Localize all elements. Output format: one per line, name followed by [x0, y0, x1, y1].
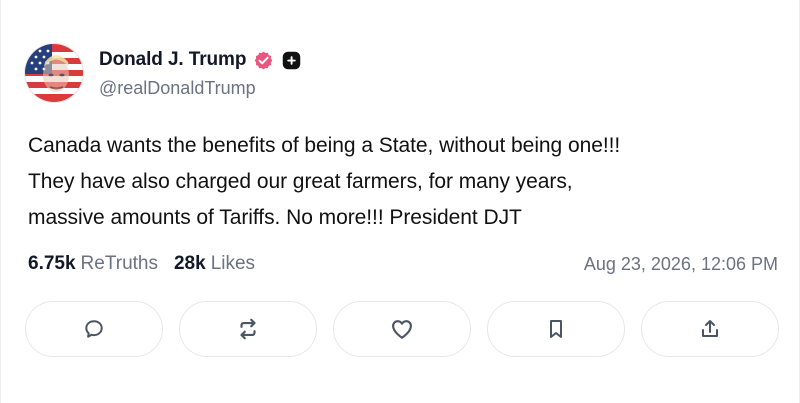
post-card: Donald J. Trump @realDonaldTrump Canada …	[0, 0, 800, 403]
retruths-stat[interactable]: 6.75k ReTruths	[28, 253, 158, 275]
like-button[interactable]	[333, 301, 471, 357]
verified-badge-icon	[253, 50, 274, 71]
post-text-line: They have also charged our great farmers…	[28, 170, 573, 193]
repost-arrows-icon	[240, 318, 256, 340]
post-header: Donald J. Trump @realDonaldTrump	[25, 44, 302, 102]
likes-count: 28k	[173, 253, 206, 274]
retruth-button[interactable]	[179, 301, 317, 357]
post-stats: 6.75k ReTruths 28k Likes Aug 23, 2026, 1…	[28, 253, 778, 275]
heart-icon	[392, 320, 412, 339]
share-button[interactable]	[641, 301, 779, 357]
post-text-line: massive amounts of Tariffs. No more!!! P…	[28, 206, 522, 229]
retruths-count: 6.75k	[28, 253, 76, 274]
post-actions	[25, 301, 779, 357]
bookmark-icon	[550, 320, 562, 338]
retruths-label: ReTruths	[80, 253, 158, 274]
likes-label: Likes	[210, 253, 256, 274]
bookmark-button[interactable]	[487, 301, 625, 357]
author-avatar[interactable]	[25, 44, 83, 102]
author-identity: Donald J. Trump @realDonaldTrump	[99, 47, 302, 99]
flag-portrait-avatar-icon	[25, 44, 83, 102]
author-name-row: Donald J. Trump	[99, 47, 302, 73]
reply-button[interactable]	[25, 301, 163, 357]
likes-stat[interactable]: 28k Likes	[174, 253, 255, 275]
share-upload-icon	[702, 320, 718, 337]
chat-bubble-icon	[85, 320, 103, 338]
plus-badge-icon	[281, 50, 302, 71]
post-timestamp[interactable]: Aug 23, 2026, 12:06 PM	[584, 254, 778, 275]
post-text-line: Canada wants the benefits of being a Sta…	[28, 134, 621, 157]
author-display-name[interactable]: Donald J. Trump	[99, 49, 246, 71]
author-handle[interactable]: @realDonaldTrump	[99, 78, 302, 99]
post-body: Canada wants the benefits of being a Sta…	[28, 128, 778, 236]
